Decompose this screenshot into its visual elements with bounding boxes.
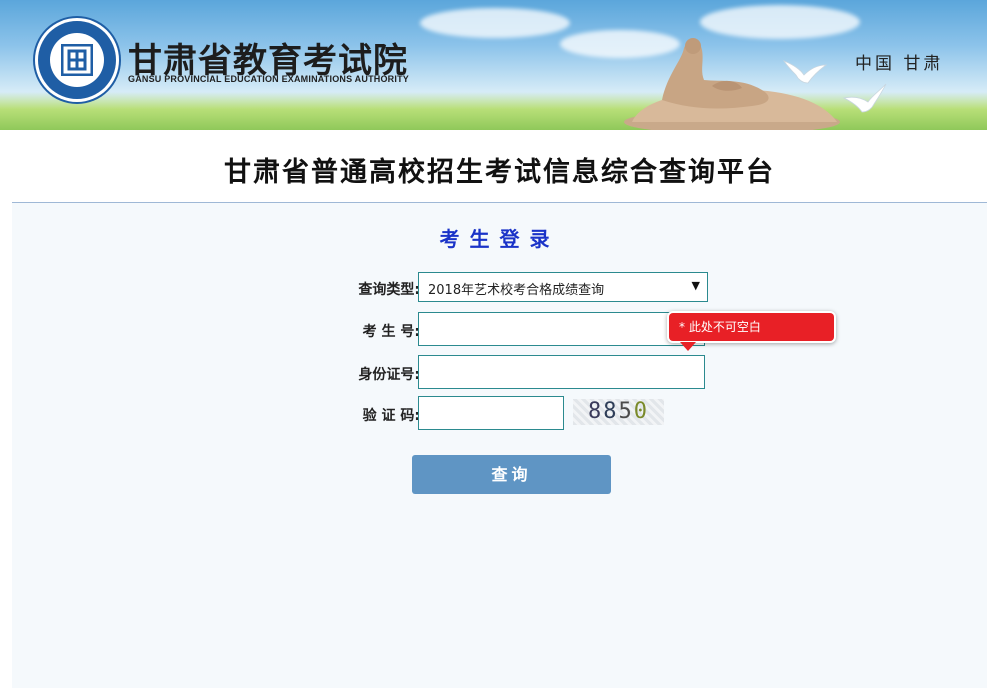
dropdown-arrow-icon: ▼ (691, 279, 700, 292)
dove-icon (782, 60, 828, 84)
tooltip-arrow-icon (680, 342, 696, 351)
captcha-char: 0 (633, 399, 649, 424)
captcha-char: 8 (603, 399, 619, 424)
logo-seal-icon (38, 21, 116, 99)
query-type-selected-value: 2018年艺术校考合格成绩查询 (428, 283, 605, 298)
query-type-label: 查询类型: (358, 282, 420, 298)
platform-title: 甘肃省普通高校招生考试信息综合查询平台 (224, 157, 775, 188)
captcha-image[interactable]: 8850 (573, 399, 664, 425)
login-panel: 考生登录 查询类型: 2018年艺术校考合格成绩查询 ▼ 考 生 号: 身份证号… (12, 203, 987, 688)
title-bar: 甘肃省普通高校招生考试信息综合查询平台 (12, 130, 987, 203)
captcha-char: 8 (588, 399, 604, 424)
id-number-label: 身份证号: (358, 367, 420, 383)
id-number-input[interactable] (418, 355, 705, 389)
cloud-decoration (420, 8, 570, 38)
captcha-char: 5 (618, 399, 634, 424)
exam-number-input[interactable] (418, 312, 705, 346)
exam-number-label: 考 生 号: (362, 324, 420, 340)
login-heading: 考生登录 (439, 227, 560, 251)
query-type-select[interactable]: 2018年艺术校考合格成绩查询 ▼ (418, 272, 708, 302)
region-label: 中国 甘肃 (855, 54, 944, 74)
header-banner: 甘肃省教育考试院 GANSU PROVINCIAL EDUCATION EXAM… (0, 0, 987, 130)
org-name-english: GANSU PROVINCIAL EDUCATION EXAMINATIONS … (128, 74, 409, 84)
query-submit-button[interactable]: 查询 (412, 455, 611, 494)
captcha-label: 验 证 码: (362, 408, 420, 424)
validation-error-tooltip: * 此处不可空白 (669, 313, 834, 341)
dove-icon (842, 83, 887, 113)
captcha-input[interactable] (418, 396, 564, 430)
